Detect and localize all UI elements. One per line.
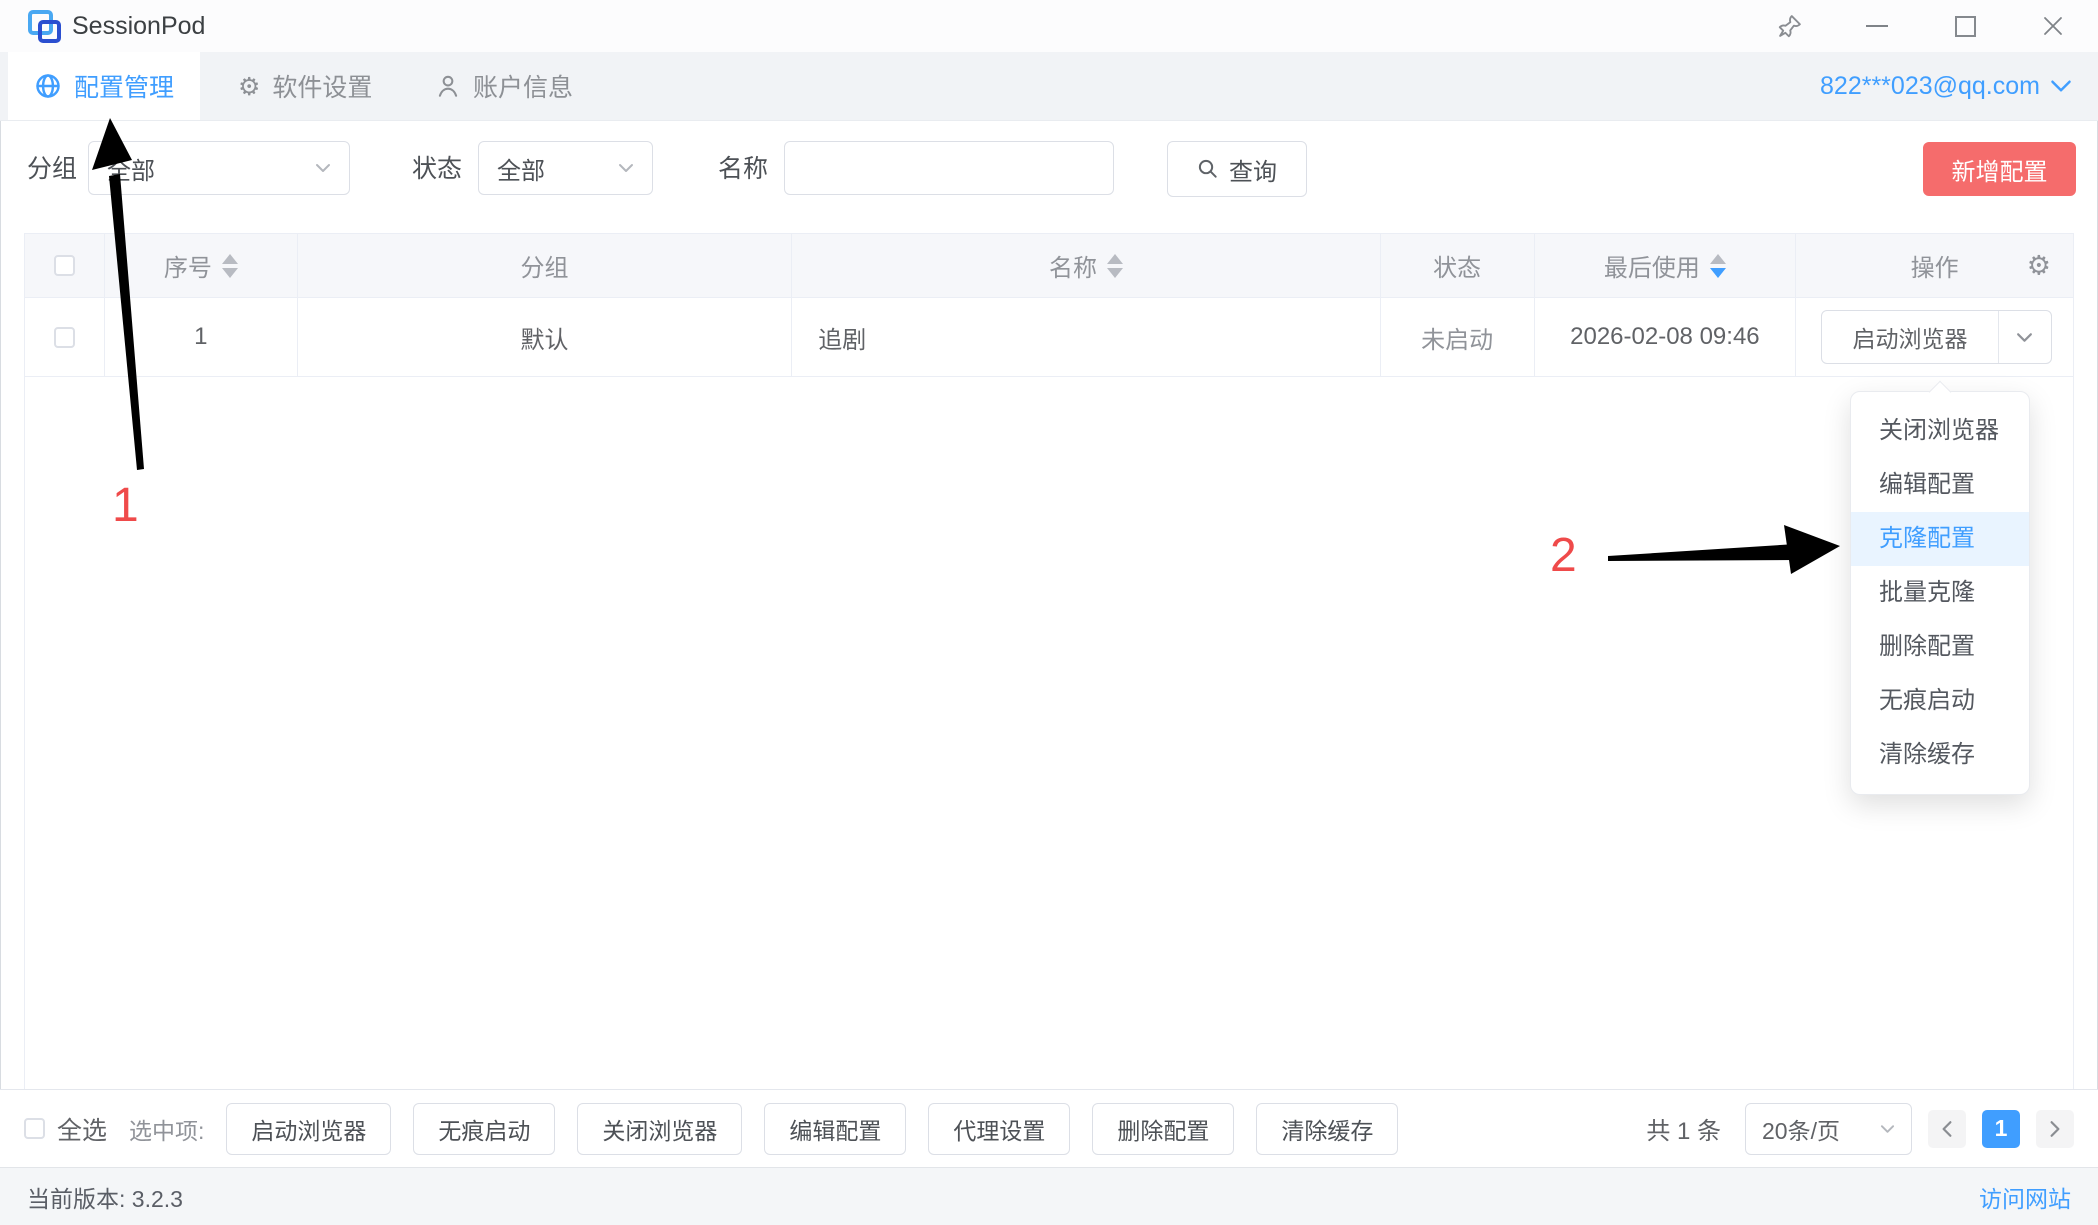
group-filter-label: 分组: [27, 141, 77, 197]
tab-account-label: 账户信息: [473, 68, 573, 104]
statusbar: 当前版本: 3.2.3 访问网站: [0, 1167, 2098, 1225]
close-icon: [2042, 15, 2064, 37]
launch-browser-button[interactable]: 启动浏览器: [1822, 311, 1999, 363]
name-input[interactable]: [785, 142, 1113, 194]
status-select-value: 全部: [497, 151, 545, 186]
minimize-button[interactable]: [1847, 0, 1907, 52]
minimize-icon: [1866, 25, 1888, 27]
chevron-down-icon: [2016, 332, 2033, 343]
chevron-down-icon: [1880, 1124, 1895, 1134]
version-label: 当前版本: 3.2.3: [27, 1180, 183, 1214]
bulk-close-browser-button[interactable]: 关闭浏览器: [577, 1103, 742, 1155]
row-index: 1: [105, 298, 298, 376]
bottom-toolbar: 全选 选中项: 启动浏览器 无痕启动 关闭浏览器 编辑配置 代理设置 删除配置 …: [0, 1089, 2098, 1167]
app-title: SessionPod: [72, 0, 205, 52]
pushpin-icon: [1776, 12, 1804, 40]
app-window: SessionPod 配置管理 ⚙: [0, 0, 2098, 1225]
menu-item-delete-config[interactable]: 删除配置: [1851, 620, 2029, 674]
close-button[interactable]: [2023, 0, 2083, 52]
chevron-right-icon: [2049, 1120, 2061, 1138]
pagination-total: 共 1 条: [1646, 1111, 1721, 1146]
header-status: 状态: [1381, 234, 1535, 297]
prev-page-button[interactable]: [1928, 1110, 1966, 1148]
bulk-delete-config-button[interactable]: 删除配置: [1092, 1103, 1234, 1155]
row-action-split-button: 启动浏览器: [1821, 310, 2052, 364]
chevron-down-icon: [618, 163, 634, 173]
name-input-wrap: [784, 141, 1114, 195]
row-name: 追剧: [792, 298, 1380, 376]
row-last-used: 2026-02-08 09:46: [1535, 298, 1797, 376]
bulk-launch-browser-button[interactable]: 启动浏览器: [226, 1103, 391, 1155]
search-button[interactable]: 查询: [1167, 141, 1307, 197]
menu-item-batch-clone[interactable]: 批量克隆: [1851, 566, 2029, 620]
sort-icon[interactable]: [1107, 254, 1123, 278]
chevron-down-icon: [2050, 79, 2072, 93]
chevron-left-icon: [1941, 1120, 1953, 1138]
header-name[interactable]: 名称: [792, 234, 1380, 297]
row-action-menu: 关闭浏览器 编辑配置 克隆配置 批量克隆 删除配置 无痕启动 清除缓存: [1850, 391, 2030, 795]
menu-item-close-browser[interactable]: 关闭浏览器: [1851, 404, 2029, 458]
menu-item-edit-config[interactable]: 编辑配置: [1851, 458, 2029, 512]
table-row: 1 默认 追剧 未启动 2026-02-08 09:46 启动浏览器: [25, 298, 2073, 377]
bulk-edit-config-button[interactable]: 编辑配置: [764, 1103, 906, 1155]
row-status-badge: 未启动: [1381, 298, 1535, 376]
chevron-down-icon: [315, 163, 331, 173]
titlebar: SessionPod: [0, 0, 2098, 53]
app-logo-icon: [28, 10, 60, 42]
bulk-clear-cache-button[interactable]: 清除缓存: [1256, 1103, 1398, 1155]
tab-software-label: 软件设置: [272, 68, 372, 104]
row-action-dropdown-toggle[interactable]: [1999, 311, 2051, 363]
add-config-button[interactable]: 新增配置: [1923, 142, 2076, 196]
status-filter-label: 状态: [412, 141, 462, 197]
menu-item-clone-config[interactable]: 克隆配置: [1851, 512, 2029, 566]
maximize-icon: [1955, 16, 1976, 37]
search-button-label: 查询: [1229, 152, 1277, 187]
group-select-value: 全部: [107, 151, 155, 186]
row-checkbox[interactable]: [54, 327, 75, 348]
tab-software-settings[interactable]: ⚙ 软件设置: [238, 52, 372, 120]
selected-items-label: 选中项:: [129, 1112, 204, 1146]
select-all-label: 全选: [57, 1111, 107, 1147]
header-index[interactable]: 序号: [105, 234, 298, 297]
account-email-dropdown[interactable]: 822***023@qq.com: [1820, 52, 2072, 120]
search-icon: [1197, 158, 1219, 180]
group-select[interactable]: 全部: [88, 141, 350, 195]
menu-item-incognito-launch[interactable]: 无痕启动: [1851, 674, 2029, 728]
person-icon: [435, 73, 461, 99]
select-all-checkbox[interactable]: [24, 1118, 45, 1139]
row-group: 默认: [298, 298, 793, 376]
header-last-used[interactable]: 最后使用: [1535, 234, 1797, 297]
header-group: 分组: [298, 234, 793, 297]
next-page-button[interactable]: [2036, 1110, 2074, 1148]
bulk-proxy-settings-button[interactable]: 代理设置: [928, 1103, 1070, 1155]
tab-config-label: 配置管理: [74, 68, 174, 104]
tab-config-management[interactable]: 配置管理: [8, 52, 200, 120]
header-actions: 操作 ⚙: [1796, 234, 2073, 297]
pin-window-button[interactable]: [1760, 0, 1820, 52]
tab-account-info[interactable]: 账户信息: [435, 52, 573, 120]
page-number-button[interactable]: 1: [1982, 1110, 2020, 1148]
name-filter-label: 名称: [718, 141, 768, 197]
maximize-button[interactable]: [1935, 0, 1995, 52]
gear-icon: ⚙: [238, 74, 260, 99]
header-checkbox[interactable]: [54, 255, 75, 276]
sort-icon-active-desc[interactable]: [1710, 254, 1726, 278]
sort-icon[interactable]: [222, 254, 238, 278]
config-table: 序号 分组 名称 状态 最后使用 操作 ⚙: [24, 233, 2074, 1089]
page-size-select[interactable]: 20条/页: [1745, 1103, 1912, 1155]
menu-item-clear-cache[interactable]: 清除缓存: [1851, 728, 2029, 782]
tabbar: 配置管理 ⚙ 软件设置 账户信息 822***023@qq.com: [0, 52, 2098, 121]
page-size-value: 20条/页: [1762, 1112, 1840, 1146]
table-header-row: 序号 分组 名称 状态 最后使用 操作 ⚙: [25, 234, 2073, 298]
select-all-control[interactable]: 全选: [24, 1111, 107, 1147]
visit-website-link[interactable]: 访问网站: [1979, 1180, 2071, 1214]
account-email: 822***023@qq.com: [1820, 72, 2040, 101]
bulk-incognito-launch-button[interactable]: 无痕启动: [413, 1103, 555, 1155]
globe-icon: [34, 72, 62, 100]
column-settings-gear-icon[interactable]: ⚙: [2027, 252, 2051, 279]
status-select[interactable]: 全部: [478, 141, 653, 195]
